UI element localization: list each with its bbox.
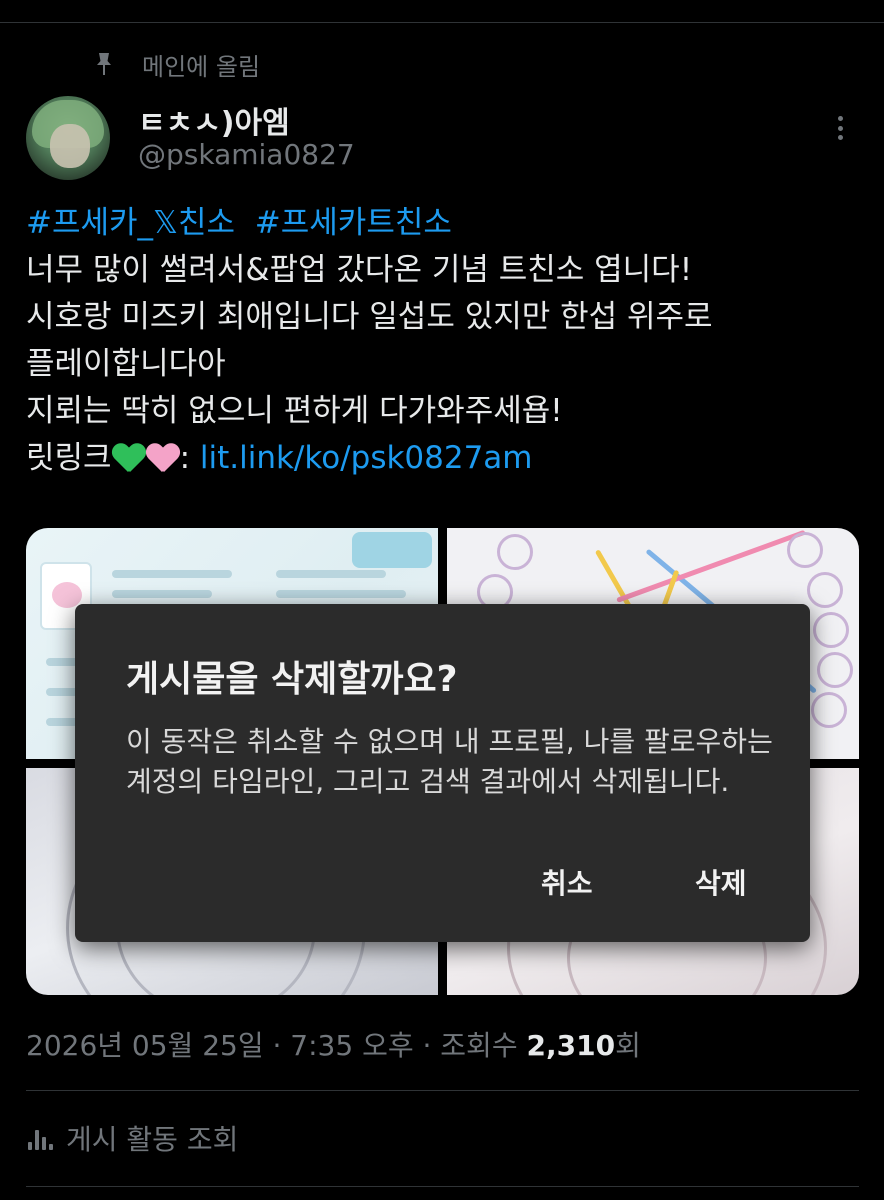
tweet-line: 시호랑 미즈키 최애입니다 일섭도 있지만 한섭 위주로 — [26, 299, 713, 335]
external-link[interactable]: lit.link/ko/psk0827am — [200, 440, 533, 476]
divider — [26, 1090, 859, 1091]
dialog-title: 게시물을 삭제할까요? — [126, 659, 458, 700]
colon-separator: : — [179, 440, 200, 476]
view-count: 2,310 — [526, 1029, 616, 1062]
bar-chart-icon — [28, 1126, 54, 1150]
pinned-indicator: 메인에 올림 — [92, 44, 260, 84]
delete-button[interactable]: 삭제 — [695, 862, 747, 902]
author-handle[interactable]: @pskamia0827 — [138, 138, 355, 171]
tweet-text: #프세카_𝕏친소 #프세카트친소 너무 많이 썰려서&팝업 갔다온 기념 트친소… — [26, 200, 866, 482]
divider — [26, 1186, 859, 1187]
tweet-line: 지뢰는 딱히 없으니 편하게 다가와주세욥! — [26, 393, 563, 429]
author-display-name[interactable]: ㅌㅊㅅ)아엠 — [138, 98, 290, 142]
post-activity-label: 게시 활동 조회 — [66, 1123, 239, 1156]
hashtag-link[interactable]: #프세카_𝕏친소 — [26, 205, 235, 241]
avatar[interactable] — [26, 96, 110, 180]
top-divider — [0, 22, 884, 23]
tweet-line: 너무 많이 썰려서&팝업 갔다온 기념 트친소 엽니다! — [26, 252, 693, 288]
post-activity-link[interactable]: 게시 활동 조회 — [28, 1118, 238, 1158]
cancel-button[interactable]: 취소 — [541, 862, 593, 902]
pinned-label: 메인에 올림 — [142, 52, 261, 81]
dialog-message: 이 동작은 취소할 수 없으며 내 프로필, 나를 팔로우하는 계정의 타임라인… — [126, 725, 773, 798]
timestamp: 2026년 05월 25일 · 7:35 오후 · 조회수 — [26, 1029, 527, 1062]
delete-post-dialog: 게시물을 삭제할까요? 이 동작은 취소할 수 없으며 내 프로필, 나를 팔로… — [75, 604, 810, 942]
tweet-meta: 2026년 05월 25일 · 7:35 오후 · 조회수 2,310회 — [26, 1024, 641, 1064]
more-vertical-icon[interactable] — [828, 112, 852, 144]
pin-icon — [92, 50, 116, 78]
tweet-line-prefix: 릿링크 — [26, 440, 112, 476]
green-heart-icon — [112, 442, 146, 472]
tweet-line: 플레이합니다아 — [26, 346, 226, 382]
pink-heart-icon — [146, 442, 180, 472]
view-suffix: 회 — [615, 1029, 641, 1062]
hashtag-link[interactable]: #프세카트친소 — [255, 205, 452, 241]
